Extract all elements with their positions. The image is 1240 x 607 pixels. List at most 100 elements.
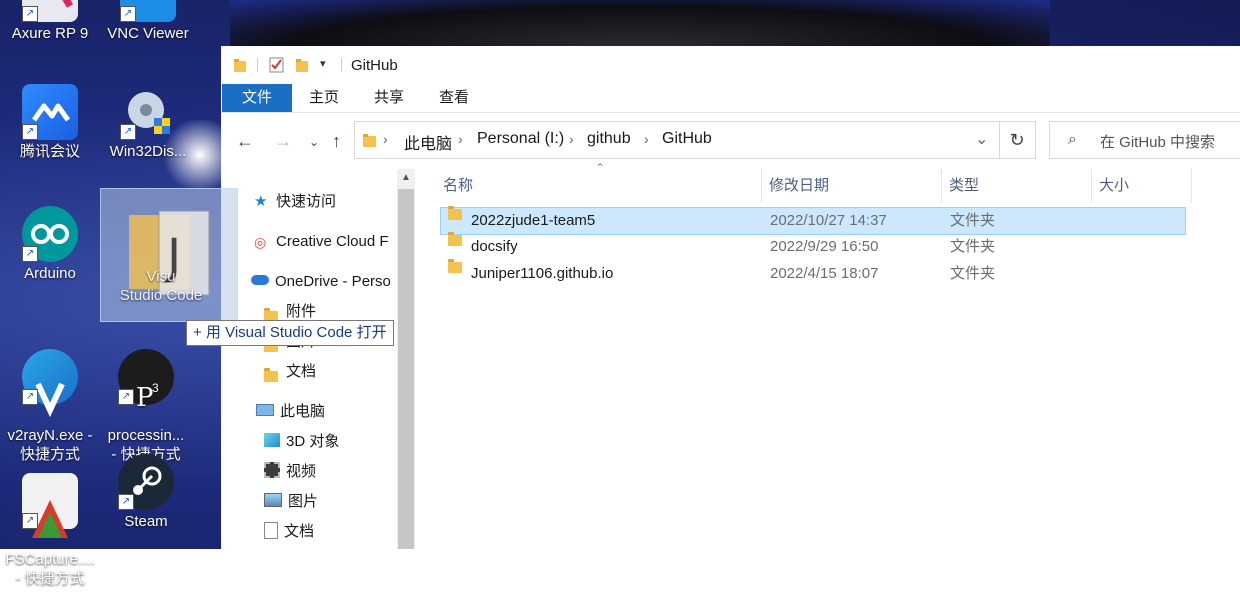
refresh-button[interactable]: ↻ [999,121,1036,159]
shortcut-arrow-icon: ↗ [22,389,38,405]
fscapture-icon: ↗ [22,473,78,538]
navigation-bar: ← → ⌄ ↑ › 此电脑 › Personal (I:) › github ›… [221,113,1240,169]
nav-item-onedrive[interactable]: OneDrive - Perso [251,267,391,297]
column-divider[interactable] [761,169,762,203]
address-dropdown-icon[interactable]: ⌄ [975,129,988,149]
new-folder-icon[interactable] [295,56,311,74]
desktop-icon-label: VNC Viewer [107,25,189,42]
nav-item-documents[interactable]: 文档 [264,517,314,547]
nav-item-3d-objects[interactable]: 3D 对象 [264,427,339,457]
back-arrow-icon[interactable]: ← [236,131,254,152]
forward-arrow-icon[interactable]: → [274,131,292,152]
tab-view[interactable]: 查看 [423,84,485,112]
tab-home[interactable]: 主页 [293,84,355,112]
column-header-date-modified[interactable]: 修改日期 [769,169,829,203]
shortcut-arrow-icon: ↗ [22,124,38,140]
scrollbar-thumb[interactable] [398,189,414,549]
nav-item-label: 快速访问 [276,193,337,210]
title-bar: ▾ GitHub [221,46,1240,84]
steam-icon: ↗ [118,454,174,510]
tencent-meeting-icon: ↗ [22,84,78,140]
breadcrumb-item[interactable]: Personal (I:) [477,130,564,148]
divider [257,58,258,72]
file-row[interactable]: Juniper1106.github.io 2022/4/15 18:07 文件… [440,259,1186,287]
desktop-icon-win32diskimager[interactable]: ↗ Win32Dis... [98,84,198,161]
desktop-icon-vnc[interactable]: ↗ VNC Viewer [98,0,198,43]
desktop-icon-fscapture[interactable]: ↗ FSCapture.... - 快捷方式 [0,454,100,607]
scroll-up-icon[interactable]: ▲ [397,169,415,187]
file-row[interactable]: docsify 2022/9/29 16:50 文件夹 [440,232,1186,260]
desktop-icon-arduino[interactable]: ↗ Arduino [0,206,100,283]
column-divider[interactable] [941,169,942,203]
breadcrumb-chevron-icon[interactable]: › [383,131,388,147]
star-icon: ★ [254,193,268,211]
arduino-icon: ↗ [22,206,78,262]
up-arrow-icon[interactable]: ↑ [332,131,341,152]
file-list: ⌃ 名称 修改日期 类型 大小 2022zjude1-team5 2022/10… [415,161,1240,549]
file-name: Juniper1106.github.io [471,265,614,282]
nav-item-label: 文档 [286,363,317,380]
shortcut-arrow-icon: ↗ [118,494,134,510]
desktop-icon-axure[interactable]: ↗ Axure RP 9 [0,0,100,43]
shortcut-arrow-icon: ↗ [120,6,136,22]
recent-locations-chevron-icon[interactable]: ⌄ [309,135,319,149]
breadcrumb-chevron-icon[interactable]: › [569,131,574,147]
shortcut-arrow-icon: ↗ [118,389,134,405]
nav-item-label: Creative Cloud F [276,233,389,250]
file-explorer-window: ▾ GitHub 文件 主页 共享 查看 ← → ⌄ ↑ › 此电脑 › Per… [221,46,1240,549]
search-icon: ⌕ [1068,131,1077,148]
column-header-size[interactable]: 大小 [1099,169,1129,203]
desktop-icon-tencent-meeting[interactable]: ↗ 腾讯会议 [0,84,100,161]
documents-icon [264,521,278,539]
nav-item-this-pc[interactable]: 此电脑 [256,397,325,427]
tab-file[interactable]: 文件 [222,84,292,112]
video-icon [264,462,280,479]
desktop-icon-label: Axure RP 9 [11,25,89,42]
file-date: 2022/10/27 14:37 [770,212,887,229]
address-bar[interactable]: › 此电脑 › Personal (I:) › github › GitHub … [354,121,1000,159]
v2rayn-icon: ↗ [22,349,78,418]
breadcrumb-chevron-icon[interactable]: › [644,131,649,147]
processing-icon: P3 ↗ [118,349,174,413]
breadcrumb-item[interactable]: github [587,130,631,148]
nav-item-videos[interactable]: 视频 [264,457,316,487]
folder-icon [264,363,280,383]
tab-share[interactable]: 共享 [357,84,421,112]
refresh-icon: ↻ [1009,130,1025,150]
search-input[interactable]: ⌕ 在 GitHub 中搜索 [1049,121,1240,159]
column-divider[interactable] [1191,169,1192,203]
wallpaper-detail [230,0,1050,46]
breadcrumb-chevron-icon[interactable]: › [458,131,463,147]
file-name: 2022zjude1-team5 [471,212,596,229]
file-name: docsify [471,238,518,255]
shortcut-arrow-icon: ↗ [22,6,38,22]
divider [341,58,342,72]
customize-quick-access-icon[interactable]: ▾ [320,57,326,70]
nav-item-label: OneDrive - Perso [275,273,391,290]
nav-item-documents-onedrive[interactable]: 文档 [264,357,316,387]
pictures-icon [264,493,282,508]
nav-item-label: 此电脑 [280,403,326,420]
navigation-pane: ★ 快速访问 ◎ Creative Cloud F OneDrive - Perso… [221,169,397,549]
properties-icon[interactable] [269,56,285,74]
navigation-pane-scrollbar[interactable]: ▲ [397,169,415,549]
breadcrumb-item[interactable]: GitHub [662,130,712,148]
shortcut-arrow-icon: ↗ [120,124,136,140]
nav-item-creative-cloud[interactable]: ◎ Creative Cloud F [254,227,389,257]
svg-text:P: P [136,383,154,413]
desktop-icon-steam[interactable]: ↗ Steam [96,454,196,531]
column-header-type[interactable]: 类型 [949,169,979,203]
nav-item-pictures[interactable]: 图片 [264,487,318,517]
window-title: GitHub [351,57,398,74]
breadcrumb-item[interactable]: 此电脑 [404,130,452,154]
folder-icon [264,303,280,323]
column-header-name[interactable]: 名称 [443,169,473,203]
nav-item-label: 附件 [286,303,317,320]
nav-item-quick-access[interactable]: ★ 快速访问 [254,187,336,217]
shortcut-arrow-icon: ↗ [22,246,38,262]
creative-cloud-icon: ◎ [254,234,267,251]
file-row[interactable]: 2022zjude1-team5 2022/10/27 14:37 文件夹 [440,206,1186,235]
column-divider[interactable] [1091,169,1092,203]
nav-item-label: 图片 [288,493,319,510]
ribbon-tabs: 文件 主页 共享 查看 [221,84,1240,112]
